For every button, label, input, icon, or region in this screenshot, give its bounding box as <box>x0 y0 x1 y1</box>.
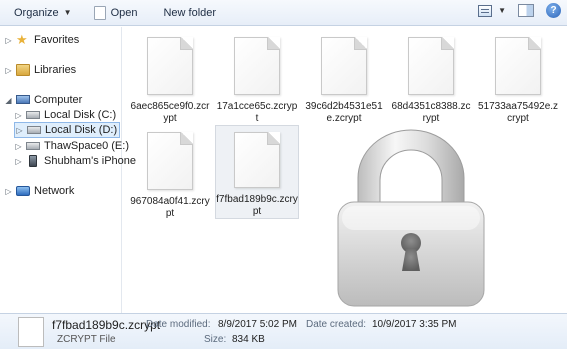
expand-arrow-icon[interactable]: ▷ <box>4 66 13 75</box>
file-name: 17a1cce65c.zcrypt <box>216 101 298 124</box>
file-item[interactable]: 967084a0f41.zcrypt <box>128 126 212 220</box>
selected-file-type: ZCRYPT File <box>57 334 116 345</box>
nav-iphone[interactable]: ▷ Shubham's iPhone <box>14 153 136 169</box>
star-icon: ★ <box>16 32 28 47</box>
chevron-down-icon: ▼ <box>63 8 72 17</box>
collapse-arrow-icon[interactable]: ◢ <box>4 96 13 105</box>
expand-arrow-icon[interactable]: ▷ <box>14 142 23 151</box>
nav-local-c-label: Local Disk (C:) <box>44 109 117 121</box>
preview-pane-icon[interactable] <box>518 4 534 17</box>
expand-arrow-icon[interactable]: ▷ <box>15 126 24 135</box>
date-modified-value: 8/9/2017 5:02 PM <box>218 319 297 330</box>
file-item[interactable]: 51733aa75492e.zcrypt <box>476 31 560 125</box>
date-created-label: Date created: <box>306 319 367 330</box>
disk-icon <box>27 126 41 134</box>
nav-network[interactable]: ▷ Network <box>4 183 74 199</box>
file-name: 6aec865ce9f0.zcrypt <box>130 101 210 124</box>
document-icon <box>93 5 106 20</box>
file-name: 68d4351c8388.zcrypt <box>391 101 471 124</box>
document-icon <box>234 132 280 188</box>
date-modified-label: Date modified: <box>146 319 211 330</box>
selected-file-name: f7fbad189b9c.zcrypt <box>52 318 161 332</box>
document-icon <box>18 317 44 347</box>
document-icon <box>234 37 280 95</box>
nav-network-label: Network <box>34 185 75 197</box>
file-name: 967084a0f41.zcrypt <box>130 196 210 219</box>
organize-button[interactable]: Organize ▼ <box>8 2 78 24</box>
nav-libraries-label: Libraries <box>34 64 77 76</box>
nav-computer-label: Computer <box>34 94 83 106</box>
expand-arrow-icon[interactable]: ▷ <box>14 111 23 120</box>
nav-favorites[interactable]: ▷ ★ Favorites <box>4 32 79 48</box>
new-folder-label: New folder <box>163 6 217 19</box>
nav-favorites-label: Favorites <box>34 34 80 46</box>
computer-icon <box>16 94 30 104</box>
file-item[interactable]: 6aec865ce9f0.zcrypt <box>128 31 212 125</box>
change-view-icon[interactable] <box>478 4 493 17</box>
file-name: 51733aa75492e.zcrypt <box>477 101 559 124</box>
document-icon <box>495 37 541 95</box>
new-folder-button[interactable]: New folder <box>157 2 222 24</box>
file-item[interactable]: 68d4351c8388.zcrypt <box>389 31 473 125</box>
nav-local-d-label: Local Disk (D:) <box>45 124 118 136</box>
nav-thawspace[interactable]: ▷ ThawSpace0 (E:) <box>14 138 129 154</box>
document-icon <box>147 37 193 95</box>
size-label: Size: <box>204 334 227 345</box>
phone-icon <box>29 155 37 167</box>
file-item[interactable]: 17a1cce65c.zcrypt <box>215 31 299 125</box>
open-label: Open <box>110 6 138 19</box>
document-icon <box>321 37 367 95</box>
file-item[interactable]: 39c6d2b4531e51e.zcrypt <box>302 31 386 125</box>
nav-libraries[interactable]: ▷ Libraries <box>4 62 76 78</box>
nav-computer[interactable]: ◢ Computer <box>4 92 82 108</box>
document-icon <box>147 132 193 190</box>
open-button[interactable]: Open <box>88 2 144 24</box>
disk-icon <box>26 111 40 119</box>
date-created-value: 10/9/2017 3:35 PM <box>372 319 457 330</box>
file-name: 39c6d2b4531e51e.zcrypt <box>305 101 383 124</box>
network-icon <box>16 186 30 196</box>
navigation-pane: ▷ ★ Favorites ▷ Libraries ◢ Computer ▷ L… <box>0 27 136 313</box>
nav-thawspace-label: ThawSpace0 (E:) <box>44 140 129 152</box>
nav-local-disk-d[interactable]: ▷ Local Disk (D:) <box>14 122 120 138</box>
size-value: 834 KB <box>232 334 265 345</box>
document-icon <box>408 37 454 95</box>
file-item-selected[interactable]: f7fbad189b9c.zcrypt <box>215 125 299 219</box>
help-icon[interactable]: ? <box>546 3 561 18</box>
view-options-chevron-icon[interactable]: ▼ <box>498 6 506 15</box>
nav-local-disk-c[interactable]: ▷ Local Disk (C:) <box>14 107 116 123</box>
file-name: f7fbad189b9c.zcrypt <box>216 194 298 217</box>
command-bar: Organize ▼ Open New folder ▼ ? <box>0 0 567 26</box>
expand-arrow-icon[interactable]: ▷ <box>4 36 13 45</box>
expand-arrow-icon[interactable]: ▷ <box>14 157 23 166</box>
organize-label: Organize <box>14 6 59 19</box>
library-icon <box>16 64 30 76</box>
expand-arrow-icon[interactable]: ▷ <box>4 187 13 196</box>
details-pane: f7fbad189b9c.zcrypt ZCRYPT File Date mod… <box>0 313 567 349</box>
disk-icon <box>26 142 40 150</box>
padlock-icon <box>337 129 485 307</box>
